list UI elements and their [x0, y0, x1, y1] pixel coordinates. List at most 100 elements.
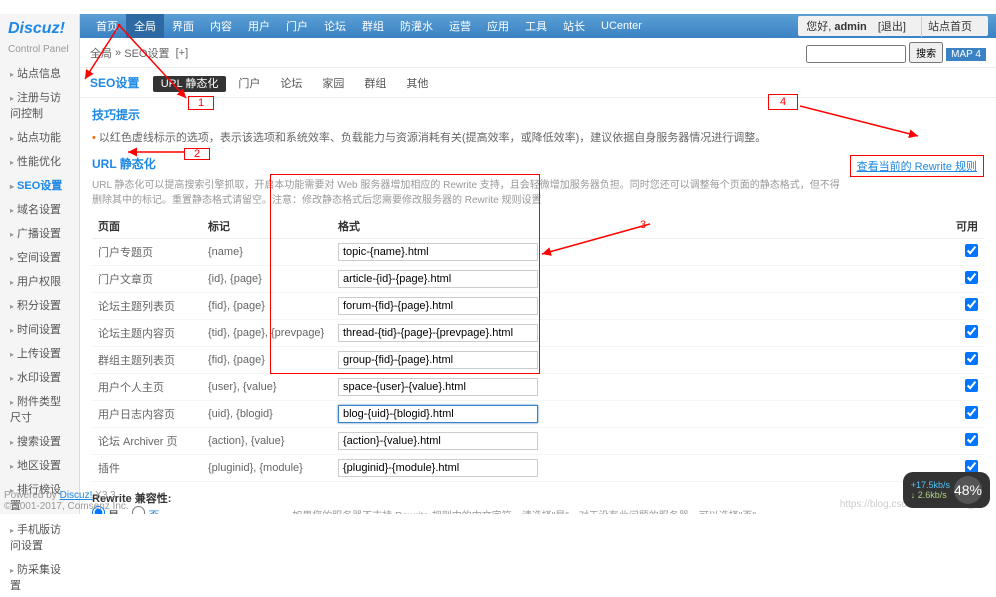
cell-mark: {uid}, {blogid}: [202, 401, 332, 428]
enable-checkbox[interactable]: [965, 325, 978, 338]
sidenav-item[interactable]: 附件类型尺寸: [0, 389, 79, 429]
topnav-用户[interactable]: 用户: [240, 14, 278, 38]
sidenav-item[interactable]: 手机版访问设置: [0, 517, 79, 557]
topnav-首页[interactable]: 首页: [88, 14, 126, 38]
topnav-论坛[interactable]: 论坛: [316, 14, 354, 38]
sidenav-item[interactable]: 用户权限: [0, 269, 79, 293]
topnav-站长[interactable]: 站长: [555, 14, 593, 38]
table-row: 门户文章页{id}, {page}: [92, 266, 984, 293]
breadcrumb-plus[interactable]: [+]: [176, 47, 189, 59]
format-input[interactable]: [338, 297, 538, 315]
topnav-防灌水[interactable]: 防灌水: [392, 14, 441, 38]
section-desc: URL 静态化可以提高搜索引擎抓取，开启本功能需要对 Web 服务器增加相应的 …: [92, 176, 984, 206]
table-row: 论坛主题内容页{tid}, {page}, {prevpage}: [92, 320, 984, 347]
cell-mark: {fid}, {page}: [202, 347, 332, 374]
topbar-user: 您好, admin [退出] 站点首页: [798, 16, 988, 36]
topnav-UCenter[interactable]: UCenter: [593, 16, 650, 36]
format-input[interactable]: [338, 243, 538, 261]
topnav-全局[interactable]: 全局: [126, 14, 164, 38]
table-row: 群组主题列表页{fid}, {page}: [92, 347, 984, 374]
cell-page: 论坛主题内容页: [92, 320, 202, 347]
sidenav-item[interactable]: SEO设置: [0, 173, 79, 197]
sub-tabs: SEO设置 URL 静态化门户论坛家园群组其他: [80, 68, 996, 98]
topnav-运营[interactable]: 运营: [441, 14, 479, 38]
sidenav-item[interactable]: 地区设置: [0, 453, 79, 477]
cell-page: 用户个人主页: [92, 374, 202, 401]
map-button[interactable]: MAP 4: [946, 48, 986, 61]
format-input[interactable]: [338, 351, 538, 369]
cell-page: 门户专题页: [92, 239, 202, 266]
enable-checkbox[interactable]: [965, 352, 978, 365]
table-row: 论坛 Archiver 页{action}, {value}: [92, 428, 984, 455]
home-link[interactable]: 站点首页: [921, 17, 980, 37]
enable-checkbox[interactable]: [965, 244, 978, 257]
topnav-门户[interactable]: 门户: [278, 14, 316, 38]
format-input[interactable]: [338, 324, 538, 342]
sidenav-item[interactable]: 站点信息: [0, 61, 79, 85]
compat-no[interactable]: 否: [132, 510, 159, 514]
enable-checkbox[interactable]: [965, 406, 978, 419]
format-input[interactable]: [338, 270, 538, 288]
sidenav-item[interactable]: 搜索设置: [0, 429, 79, 453]
sidenav-item[interactable]: 水印设置: [0, 365, 79, 389]
sidenav-item[interactable]: 防采集设置: [0, 557, 79, 597]
enable-checkbox[interactable]: [965, 433, 978, 446]
view-rewrite-rules-link[interactable]: 查看当前的 Rewrite 规则: [850, 155, 984, 177]
sidenav-item[interactable]: 积分设置: [0, 293, 79, 317]
tabs-title: SEO设置: [90, 76, 139, 90]
topnav-界面[interactable]: 界面: [164, 14, 202, 38]
sidenav-item[interactable]: 上传设置: [0, 341, 79, 365]
th-page: 页面: [92, 214, 202, 239]
enable-checkbox[interactable]: [965, 379, 978, 392]
cell-page: 论坛 Archiver 页: [92, 428, 202, 455]
topnav-应用[interactable]: 应用: [479, 14, 517, 38]
tab-3[interactable]: 家园: [314, 76, 352, 92]
tip-label: 技巧提示: [92, 106, 984, 123]
cell-mark: {pluginid}, {module}: [202, 455, 332, 482]
topnav-内容[interactable]: 内容: [202, 14, 240, 38]
table-row: 论坛主题列表页{fid}, {page}: [92, 293, 984, 320]
breadcrumb-item[interactable]: 全局: [90, 45, 112, 61]
sidenav-item[interactable]: 空间设置: [0, 245, 79, 269]
tab-5[interactable]: 其他: [398, 76, 436, 92]
search-button[interactable]: 搜索: [909, 42, 943, 63]
sidenav-item[interactable]: 注册与访问控制: [0, 85, 79, 125]
tab-1[interactable]: 门户: [230, 76, 268, 92]
tab-0[interactable]: URL 静态化: [153, 76, 227, 92]
topnav-群组[interactable]: 群组: [354, 14, 392, 38]
tab-2[interactable]: 论坛: [272, 76, 310, 92]
side-nav: 站点信息注册与访问控制站点功能性能优化SEO设置域名设置广播设置空间设置用户权限…: [0, 61, 79, 597]
format-input[interactable]: [338, 459, 538, 477]
compat-desc: 如果您的服务器不支持 Rewrite 规则中的中文字符，请选择"是"。对于没有此…: [292, 511, 756, 514]
current-user: admin: [834, 21, 866, 33]
format-input[interactable]: [338, 378, 538, 396]
top-nav: 首页全局界面内容用户门户论坛群组防灌水运营应用工具站长UCenter 您好, a…: [80, 14, 996, 38]
format-input[interactable]: [338, 432, 538, 450]
table-row: 门户专题页{name}: [92, 239, 984, 266]
cell-page: 门户文章页: [92, 266, 202, 293]
tip-text: 以红色虚线标示的选项，表示该选项和系统效率、负载能力与资源消耗有关(提高效率，或…: [92, 129, 984, 145]
th-mark: 标记: [202, 214, 332, 239]
sidenav-item[interactable]: 站点功能: [0, 125, 79, 149]
footer: Powered by Discuz! X3.3 © 2001-2017, Com…: [4, 490, 129, 512]
cell-mark: {id}, {page}: [202, 266, 332, 293]
table-row: 插件{pluginid}, {module}: [92, 455, 984, 482]
tab-4[interactable]: 群组: [356, 76, 394, 92]
sidenav-item[interactable]: 性能优化: [0, 149, 79, 173]
breadcrumb-item[interactable]: SEO设置: [124, 45, 169, 61]
sidenav-item[interactable]: 时间设置: [0, 317, 79, 341]
sidenav-item[interactable]: 广播设置: [0, 221, 79, 245]
sidenav-item[interactable]: 域名设置: [0, 197, 79, 221]
enable-checkbox[interactable]: [965, 298, 978, 311]
cell-page: 用户日志内容页: [92, 401, 202, 428]
metrics-badge: +17.5kb/s↓ 2.6kb/s 48%: [903, 472, 990, 508]
cell-mark: {name}: [202, 239, 332, 266]
search-input[interactable]: [806, 45, 906, 63]
footer-product-link[interactable]: Discuz!: [60, 490, 93, 501]
format-input[interactable]: [338, 405, 538, 423]
cell-page: 群组主题列表页: [92, 347, 202, 374]
enable-checkbox[interactable]: [965, 271, 978, 284]
logo-subtitle: Control Panel: [0, 44, 79, 61]
topnav-工具[interactable]: 工具: [517, 14, 555, 38]
logout-link[interactable]: [退出]: [870, 17, 914, 37]
